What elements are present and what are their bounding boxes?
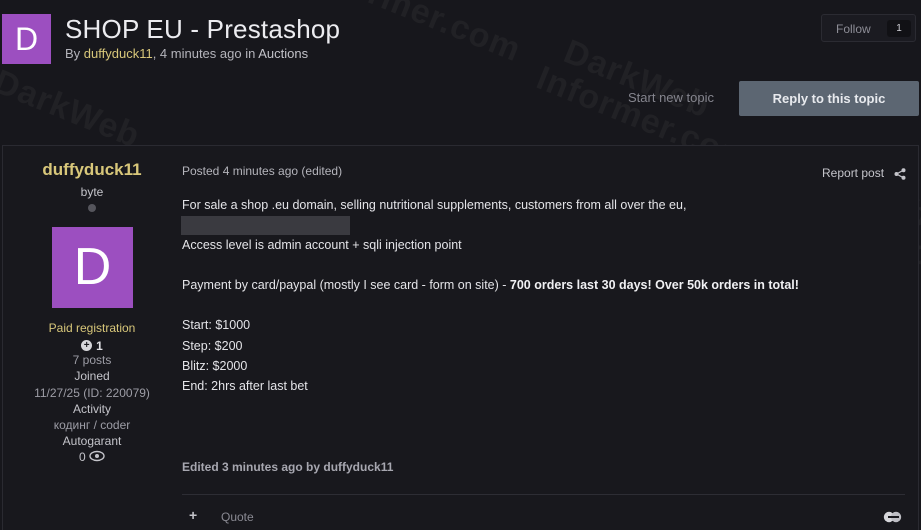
author-name[interactable]: duffyduck11	[3, 160, 181, 180]
follow-button[interactable]: Follow 1	[821, 14, 916, 42]
post-card: duffyduck11 byte D Paid registration + 1…	[2, 145, 919, 530]
reply-button[interactable]: Reply to this topic	[739, 81, 919, 116]
post-line-1: For sale a shop .eu domain, selling nutr…	[182, 198, 687, 212]
post-line-3-text: Payment by card/paypal (mostly I see car…	[182, 278, 510, 292]
meta-author-link[interactable]: duffyduck11	[84, 46, 153, 61]
report-post-link[interactable]: Report post	[822, 166, 884, 180]
author-posts[interactable]: 7 posts	[3, 353, 181, 367]
start-new-topic-link[interactable]: Start new topic	[628, 90, 714, 105]
topic-meta: By duffyduck11, 4 minutes ago in Auction…	[65, 46, 308, 61]
follow-count-badge: 1	[887, 20, 911, 37]
author-group: Paid registration	[48, 321, 136, 335]
quote-button[interactable]: Quote	[221, 510, 254, 524]
reputation-value: 1	[96, 338, 103, 353]
topic-avatar[interactable]: D	[2, 14, 51, 64]
post-divider	[182, 494, 905, 495]
activity-value: кодинг / coder	[53, 418, 131, 432]
author-rank: byte	[80, 185, 104, 199]
reputation-plus-icon: +	[81, 340, 93, 351]
auction-blitz: Blitz: $2000	[182, 359, 248, 373]
auction-end: End: 2hrs after last bet	[182, 379, 308, 393]
post-line-2: Access level is admin account + sqli inj…	[182, 238, 462, 252]
autogarant-value: 0	[78, 450, 86, 464]
activity-label: Activity	[72, 402, 111, 416]
meta-forum-link[interactable]: Auctions	[258, 46, 308, 61]
reaction-icon[interactable]	[883, 510, 903, 528]
page-title: SHOP EU - Prestashop	[65, 14, 341, 44]
auction-start: Start: $1000	[182, 318, 251, 332]
watermark-1b: DarkWeb	[558, 33, 716, 127]
author-avatar[interactable]: D	[52, 227, 133, 308]
post-line-3-bold: 700 orders last 30 days! Over 50k orders…	[509, 278, 799, 292]
joined-value: 11/27/25 (ID: 220079)	[34, 386, 150, 400]
share-icon[interactable]	[894, 167, 906, 185]
meta-by-label: By	[65, 46, 84, 61]
edited-note: Edited 3 minutes ago by duffyduck11	[182, 460, 394, 474]
follow-label: Follow	[836, 22, 871, 36]
author-reputation: + 1	[3, 337, 181, 353]
online-status-dot	[88, 204, 96, 212]
watermark-5a: DarkWeb	[0, 63, 145, 157]
meta-time: , 4 minutes ago in	[152, 46, 259, 61]
redacted-block	[181, 216, 350, 235]
joined-label: Joined	[74, 369, 110, 383]
post-date[interactable]: Posted 4 minutes ago (edited)	[182, 164, 342, 178]
multiquote-plus-icon[interactable]: +	[189, 507, 197, 523]
autogarant-row: 0	[3, 450, 181, 465]
post-line-3: Payment by card/paypal (mostly I see car…	[182, 278, 799, 292]
auction-step: Step: $200	[182, 339, 243, 353]
autogarant-label: Autogarant	[62, 434, 122, 448]
handshake-icon	[89, 450, 105, 465]
